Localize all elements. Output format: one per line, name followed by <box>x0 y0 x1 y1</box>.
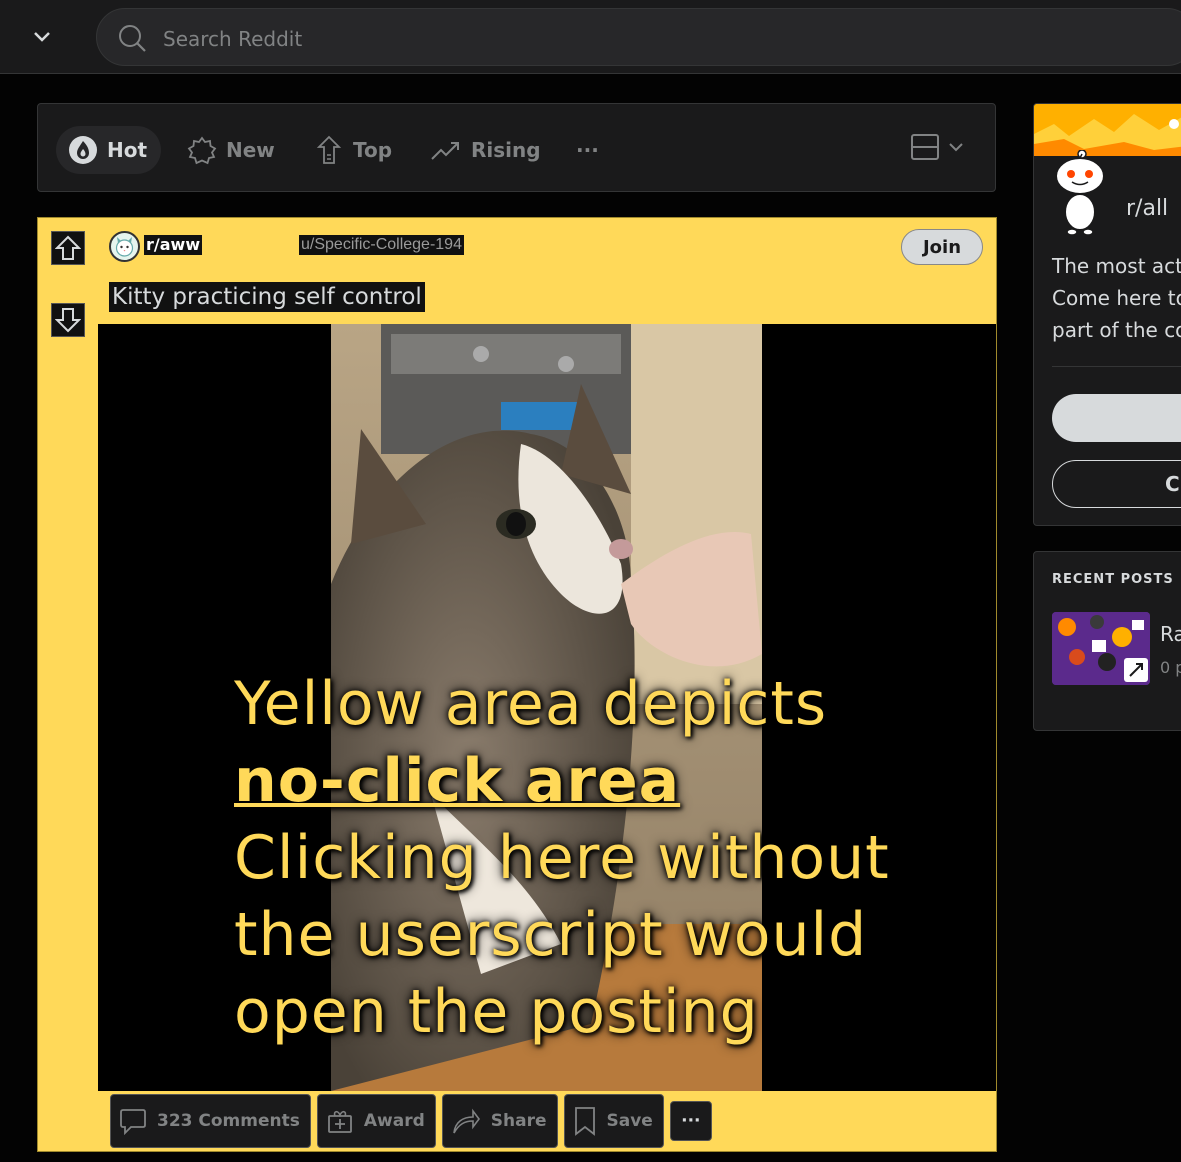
search-input[interactable] <box>161 23 765 55</box>
snoo-mascot-icon <box>1055 150 1105 236</box>
overlay-line-2: no-click area <box>234 746 681 816</box>
comments-button[interactable]: 323 Comments <box>110 1094 311 1148</box>
sort-hot-label: Hot <box>107 138 148 162</box>
layout-toggle-button[interactable] <box>910 132 964 162</box>
top-bar <box>0 0 1181 74</box>
share-button[interactable]: Share <box>441 1094 558 1148</box>
overlay-line-4: the userscript would <box>234 900 868 970</box>
award-button[interactable]: Award <box>316 1094 436 1148</box>
description-line: Come here to <box>1052 286 1181 310</box>
flame-icon <box>69 136 97 164</box>
upvote-button[interactable] <box>51 231 85 265</box>
downvote-arrow-icon <box>55 308 81 333</box>
recent-post-meta: 0 p <box>1160 658 1181 677</box>
kitten-face-icon <box>115 237 134 257</box>
create-community-button[interactable]: C <box>1052 460 1181 508</box>
subreddit-link[interactable]: r/aww <box>144 235 203 255</box>
save-label: Save <box>606 1111 653 1131</box>
sort-new-button[interactable]: New <box>187 126 275 174</box>
thumbnail-art <box>1052 612 1150 685</box>
sort-hot-button[interactable]: Hot <box>56 126 162 174</box>
post-title[interactable]: Kitty practicing self control <box>109 282 425 312</box>
share-arrow-icon <box>452 1108 480 1134</box>
chevron-down-icon <box>34 32 50 42</box>
description-line: The most acti <box>1052 254 1181 278</box>
sort-bar: Hot New Top Rising ··· <box>37 103 996 192</box>
recent-post-title[interactable]: Ra <box>1160 622 1181 646</box>
search-icon <box>119 25 146 52</box>
sort-top-label: Top <box>353 138 393 162</box>
new-badge-icon <box>187 136 217 165</box>
sort-top-button[interactable]: Top <box>314 126 392 174</box>
video-player[interactable]: Yellow area depicts no-click area Clicki… <box>98 324 996 1091</box>
annotation-overlay: Yellow area depicts no-click area Clicki… <box>234 666 994 1051</box>
overlay-line-5: open the posting <box>234 977 759 1047</box>
bookmark-icon <box>574 1107 595 1136</box>
author-link[interactable]: u/Specific-College-194 <box>299 235 464 255</box>
overlay-line-3: Clicking here without <box>234 823 890 893</box>
card-layout-icon <box>911 134 939 160</box>
post-actions: 323 Comments Award Share Save ··· <box>110 1094 712 1148</box>
upvote-arrow-icon <box>55 235 81 260</box>
overlay-line-1: Yellow area depicts <box>234 669 828 739</box>
description-line: part of the co <box>1052 318 1181 342</box>
comment-bubble-icon <box>120 1109 146 1135</box>
community-description: The most acti Come here to part of the c… <box>1052 250 1181 346</box>
join-button[interactable]: Join <box>901 229 983 265</box>
community-card: r/all The most acti Come here to part of… <box>1033 103 1181 526</box>
recent-post-thumbnail[interactable] <box>1052 612 1150 685</box>
recent-posts-card: RECENT POSTS Ra 0 p <box>1033 551 1181 731</box>
post-more-button[interactable]: ··· <box>669 1101 712 1141</box>
divider <box>1052 366 1181 367</box>
sort-more-button[interactable]: ··· <box>576 126 599 174</box>
rising-trend-icon <box>431 142 459 160</box>
award-label: Award <box>363 1111 425 1131</box>
sort-rising-label: Rising <box>471 138 541 162</box>
comments-count: 323 Comments <box>157 1111 300 1131</box>
more-icon: ··· <box>576 138 599 162</box>
recent-posts-heading: RECENT POSTS <box>1052 572 1174 587</box>
subreddit-avatar[interactable] <box>109 231 140 262</box>
home-dropdown-button[interactable] <box>22 22 62 52</box>
community-banner <box>1034 104 1181 156</box>
search-bar[interactable] <box>96 8 1181 66</box>
gift-icon <box>327 1110 352 1133</box>
create-post-button[interactable] <box>1052 394 1181 442</box>
banner-art <box>1034 104 1181 156</box>
top-arrow-icon <box>316 135 342 164</box>
chevron-down-icon <box>949 143 963 152</box>
community-name[interactable]: r/all <box>1126 196 1168 221</box>
sort-rising-button[interactable]: Rising <box>430 126 541 174</box>
save-button[interactable]: Save <box>563 1094 664 1148</box>
more-icon: ··· <box>681 1111 701 1131</box>
downvote-button[interactable] <box>51 303 85 337</box>
post-card: r/aww u/Specific-College-194 Join Kitty … <box>37 217 997 1152</box>
sort-new-label: New <box>226 138 275 162</box>
share-label: Share <box>490 1111 547 1131</box>
